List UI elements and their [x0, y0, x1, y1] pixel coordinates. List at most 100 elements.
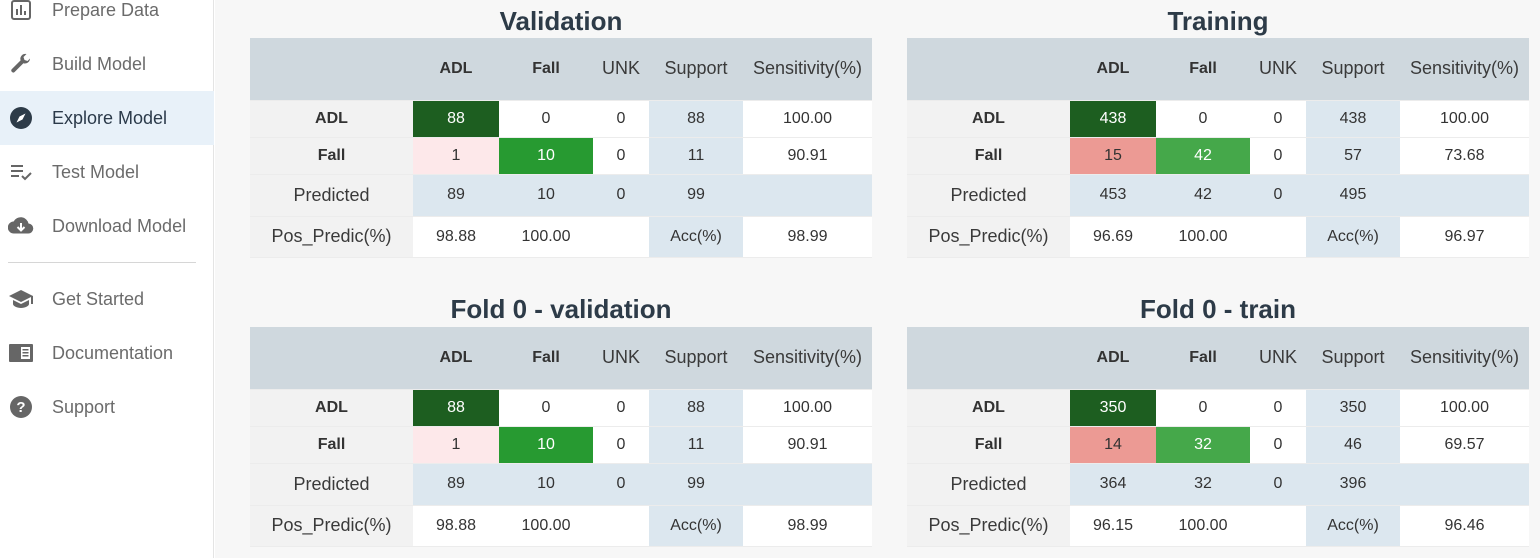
panel-title: Validation	[499, 6, 623, 36]
table-row-pos-predic: Pos_Predic(%) 98.88 100.00 Acc(%) 98.99	[250, 216, 872, 258]
checklist-icon	[8, 159, 34, 185]
cell-fall-adl: 1	[413, 426, 499, 464]
header-fall: Fall	[1156, 327, 1250, 390]
cell-adl-unk: 0	[1250, 389, 1306, 427]
cell-pos-predic-adl: 98.88	[413, 505, 499, 547]
header-unk: UNK	[1250, 327, 1306, 390]
cell-adl-support: 350	[1306, 389, 1400, 427]
sidebar-item-explore-model[interactable]: Explore Model	[0, 91, 214, 145]
cell-adl-sensitivity: 100.00	[1400, 100, 1529, 138]
row-label-pos-predic: Pos_Predic(%)	[907, 216, 1070, 258]
table-row-adl: ADL 438 0 0 438 100.00	[907, 100, 1529, 138]
cell-adl-fall: 0	[499, 389, 593, 427]
cell-acc-value: 98.99	[743, 216, 872, 258]
table-row-adl: ADL 88 0 0 88 100.00	[250, 100, 872, 138]
cell-adl-fall: 0	[1156, 389, 1250, 427]
cell-predicted-adl: 364	[1070, 463, 1156, 506]
table-header-row: ADL Fall UNK Support Sensitivity(%)	[250, 327, 872, 390]
row-label-adl: ADL	[250, 100, 413, 138]
confusion-matrix-table: ADL Fall UNK Support Sensitivity(%) ADL …	[907, 327, 1529, 547]
svg-text:?: ?	[16, 399, 25, 416]
cell-fall-fall: 10	[499, 137, 593, 175]
cell-fall-sensitivity: 90.91	[743, 426, 872, 464]
table-row-fall: Fall 15 42 0 57 73.68	[907, 137, 1529, 175]
cell-adl-adl: 88	[413, 100, 499, 138]
sidebar-item-build-model[interactable]: Build Model	[0, 37, 214, 91]
sidebar: Prepare Data Build Model Explore Model T…	[0, 0, 214, 558]
row-label-predicted: Predicted	[250, 463, 413, 506]
cell-predicted-unk: 0	[593, 174, 649, 217]
header-sensitivity: Sensitivity(%)	[1400, 327, 1529, 390]
header-unk: UNK	[1250, 38, 1306, 101]
cell-pos-predic-empty	[1250, 505, 1306, 547]
table-header-row: ADL Fall UNK Support Sensitivity(%)	[907, 327, 1529, 390]
cell-acc-label: Acc(%)	[1306, 505, 1400, 547]
cell-pos-predic-adl: 96.69	[1070, 216, 1156, 258]
cell-predicted-support: 396	[1306, 463, 1400, 506]
cell-fall-sensitivity: 90.91	[743, 137, 872, 175]
cell-predicted-support: 495	[1306, 174, 1400, 217]
cell-predicted-fall: 42	[1156, 174, 1250, 217]
cell-fall-support: 11	[649, 137, 743, 175]
table-row-adl: ADL 88 0 0 88 100.00	[250, 389, 872, 427]
cell-adl-adl: 350	[1070, 389, 1156, 427]
cell-fall-adl: 14	[1070, 426, 1156, 464]
cell-predicted-fall: 10	[499, 463, 593, 506]
cell-adl-unk: 0	[1250, 100, 1306, 138]
sidebar-item-label: Prepare Data	[52, 0, 160, 20]
cell-fall-fall: 32	[1156, 426, 1250, 464]
cell-adl-adl: 438	[1070, 100, 1156, 138]
sidebar-item-test-model[interactable]: Test Model	[0, 145, 214, 199]
table-header-row: ADL Fall UNK Support Sensitivity(%)	[907, 38, 1529, 101]
header-unk: UNK	[593, 327, 649, 390]
sidebar-item-get-started[interactable]: Get Started	[0, 272, 214, 326]
sidebar-item-support[interactable]: ? Support	[0, 380, 214, 434]
sidebar-item-documentation[interactable]: Documentation	[0, 326, 214, 380]
cell-adl-support: 88	[649, 100, 743, 138]
confusion-matrix-table: ADL Fall UNK Support Sensitivity(%) ADL …	[907, 38, 1529, 258]
cell-fall-adl: 15	[1070, 137, 1156, 175]
cell-pos-predic-adl: 98.88	[413, 216, 499, 258]
header-adl: ADL	[1070, 38, 1156, 101]
sidebar-item-download-model[interactable]: Download Model	[0, 199, 214, 253]
row-label-pos-predic: Pos_Predic(%)	[907, 505, 1070, 547]
sidebar-item-prepare-data[interactable]: Prepare Data	[0, 0, 214, 37]
cell-pos-predic-empty	[593, 216, 649, 258]
header-fall: Fall	[499, 38, 593, 101]
row-label-pos-predic: Pos_Predic(%)	[250, 505, 413, 547]
header-adl: ADL	[413, 327, 499, 390]
header-sensitivity: Sensitivity(%)	[1400, 38, 1529, 101]
confusion-matrix-table: ADL Fall UNK Support Sensitivity(%) ADL …	[250, 327, 872, 547]
cell-pos-predic-adl: 96.15	[1070, 505, 1156, 547]
sidebar-item-label: Support	[52, 396, 116, 417]
cell-fall-support: 46	[1306, 426, 1400, 464]
table-header-row: ADL Fall UNK Support Sensitivity(%)	[250, 38, 872, 101]
row-label-predicted: Predicted	[907, 463, 1070, 506]
cell-adl-unk: 0	[593, 389, 649, 427]
header-corner	[250, 38, 413, 101]
table-row-fall: Fall 1 10 0 11 90.91	[250, 426, 872, 464]
wrench-icon	[8, 51, 34, 77]
cell-adl-sensitivity: 100.00	[743, 100, 872, 138]
sidebar-item-label: Explore Model	[52, 107, 168, 128]
row-label-adl: ADL	[907, 100, 1070, 138]
sidebar-item-label: Build Model	[52, 53, 147, 74]
header-corner	[907, 38, 1070, 101]
header-corner	[907, 327, 1070, 390]
cell-predicted-unk: 0	[1250, 174, 1306, 217]
row-label-predicted: Predicted	[907, 174, 1070, 217]
header-corner	[250, 327, 413, 390]
cell-adl-sensitivity: 100.00	[1400, 389, 1529, 427]
sidebar-item-label: Get Started	[52, 288, 145, 309]
cell-adl-fall: 0	[499, 100, 593, 138]
row-label-adl: ADL	[907, 389, 1070, 427]
cell-adl-support: 88	[649, 389, 743, 427]
cell-fall-sensitivity: 73.68	[1400, 137, 1529, 175]
cell-fall-unk: 0	[593, 426, 649, 464]
row-label-fall: Fall	[250, 426, 413, 464]
header-adl: ADL	[413, 38, 499, 101]
cell-predicted-empty	[1400, 174, 1529, 217]
cell-acc-value: 96.97	[1400, 216, 1529, 258]
table-row-fall: Fall 1 10 0 11 90.91	[250, 137, 872, 175]
cell-pos-predic-empty	[593, 505, 649, 547]
